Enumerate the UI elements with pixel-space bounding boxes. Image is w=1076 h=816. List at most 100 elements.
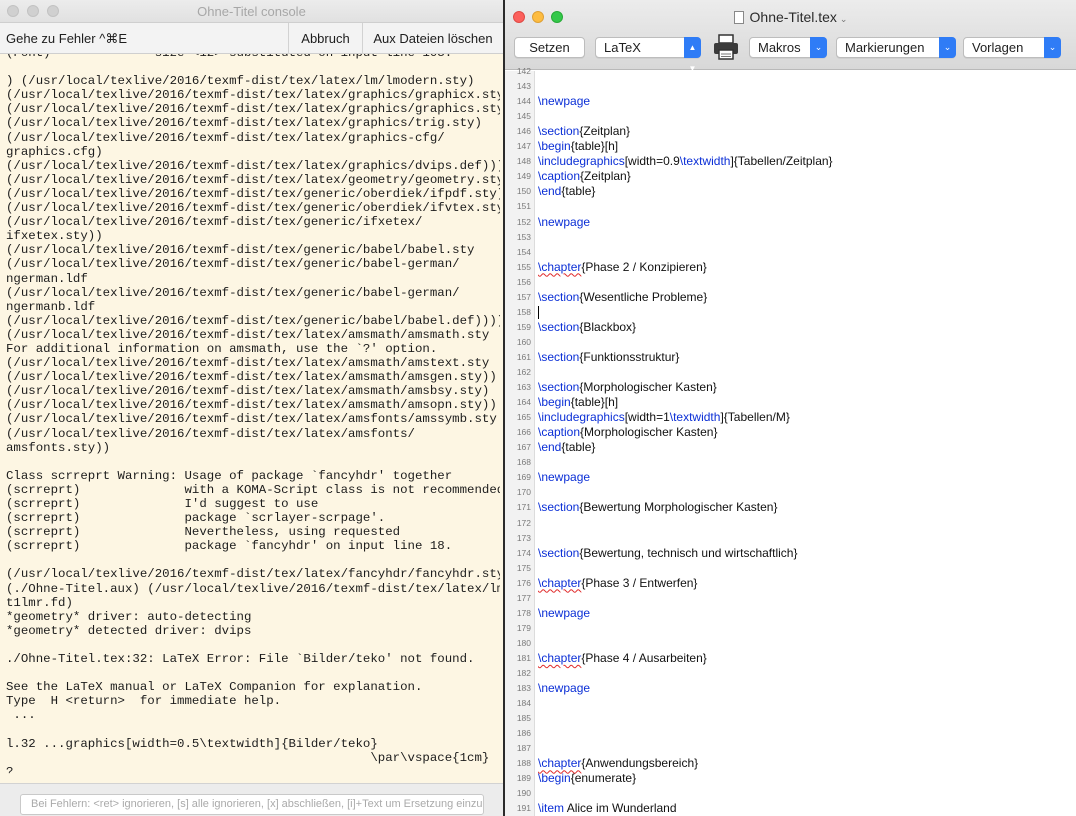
line-number: 172 xyxy=(516,517,531,528)
code-line[interactable]: 170 xyxy=(505,485,1076,500)
code-line[interactable]: 160 xyxy=(505,335,1076,350)
log-line: (/usr/local/texlive/2016/texmf-dist/tex/… xyxy=(6,215,423,230)
code-line[interactable]: 147 \begin{table}[h] xyxy=(505,139,1076,154)
line-number: 150 xyxy=(516,186,531,197)
code-line[interactable]: 178 \newpage xyxy=(505,606,1076,621)
code-line[interactable]: 188 \chapter{Anwendungsbereich} xyxy=(505,756,1076,771)
code-line[interactable]: 171 \section{Bewertung Morphologischer Ka… xyxy=(505,500,1076,515)
code-line[interactable]: 180 xyxy=(505,636,1076,651)
latex-argument: {Phase 2 / Konzipieren} xyxy=(581,259,707,274)
log-line: l.32 ...graphics[width=0.5\textwidth]{Bi… xyxy=(6,736,378,751)
code-line[interactable]: 184 xyxy=(505,696,1076,711)
macros-select[interactable]: Makros ⌄ xyxy=(749,37,827,58)
code-line[interactable]: 177 xyxy=(505,591,1076,606)
code-line[interactable]: 164 \begin{table}[h] xyxy=(505,395,1076,410)
latex-argument: {Blackbox} xyxy=(579,319,637,334)
code-line[interactable]: 155 \chapter{Phase 2 / Konzipieren} xyxy=(505,260,1076,275)
code-line[interactable]: 179 xyxy=(505,621,1076,636)
goto-error-button[interactable]: Gehe zu Fehler ^⌘E xyxy=(0,23,133,54)
code-line[interactable]: 186 xyxy=(505,726,1076,741)
code-line[interactable]: 143 xyxy=(505,79,1076,94)
code-line[interactable]: 151 xyxy=(505,199,1076,214)
code-line[interactable]: 146 \section{Zeitplan} xyxy=(505,124,1076,139)
code-line[interactable]: 145 xyxy=(505,109,1076,124)
code-line[interactable]: 148 \includegraphics[width=0.9\textwidth]… xyxy=(505,154,1076,169)
line-number: 160 xyxy=(516,336,531,347)
code-line[interactable]: 167 \end{table} xyxy=(505,440,1076,455)
log-line: ifxetex.sty)) xyxy=(6,229,103,244)
chevron-down-icon[interactable]: ⌄ xyxy=(840,14,848,24)
code-line[interactable]: 142 xyxy=(505,64,1076,79)
code-line[interactable]: 157 \section{Wesentliche Probleme} xyxy=(505,290,1076,305)
log-line: ) (/usr/local/texlive/2016/texmf-dist/te… xyxy=(6,74,475,89)
code-line[interactable]: 172 xyxy=(505,516,1076,531)
line-number: 182 xyxy=(516,668,531,678)
latex-command: \section xyxy=(538,380,580,395)
log-line: ./Ohne-Titel.tex:32: LaTeX Error: File `… xyxy=(6,652,475,667)
console-input-bar: Bei Fehlern: <ret> ignorieren, [s] alle … xyxy=(0,783,503,816)
latex-command: \chapter xyxy=(538,756,582,771)
editor-title-area: Ohne-Titel.tex ⌄ xyxy=(505,9,1076,25)
code-line[interactable]: 163 \section{Morphologischer Kasten} xyxy=(505,380,1076,395)
code-line[interactable]: 189 \begin{enumerate} xyxy=(505,771,1076,786)
code-text: \caption{Zeitplan} xyxy=(538,169,631,184)
editor-titlebar: Ohne-Titel.tex ⌄ Setzen LaTeX ▲ ▼ Makros ⌄… xyxy=(505,0,1076,73)
code-line[interactable]: 158 xyxy=(505,305,1076,320)
line-number: 144 xyxy=(516,96,531,107)
code-line[interactable]: 185 xyxy=(505,711,1076,726)
code-line[interactable]: 182 xyxy=(505,666,1076,681)
code-line[interactable]: 152 \newpage xyxy=(505,215,1076,230)
code-line[interactable]: 175 xyxy=(505,561,1076,576)
code-line[interactable]: 190 xyxy=(505,786,1076,801)
line-number: 180 xyxy=(516,637,531,648)
latex-argument: ]{Tabellen/Zeitplan} xyxy=(730,154,833,169)
code-line[interactable]: 144 \newpage xyxy=(505,94,1076,109)
code-line[interactable]: 174 \section{Bewertung, technisch und wir… xyxy=(505,546,1076,561)
code-line[interactable]: 173 xyxy=(505,531,1076,546)
code-line[interactable]: 161 \section{Funktionsstruktur} xyxy=(505,350,1076,365)
code-text: \chapter{Phase 3 / Entwerfen} xyxy=(538,576,697,591)
console-log[interactable]: (Font) size <12> substituted on input li… xyxy=(6,54,500,774)
tags-select[interactable]: Markierungen ⌄ xyxy=(836,37,956,58)
delete-aux-button[interactable]: Aux Dateien löschen xyxy=(362,23,503,54)
abort-button[interactable]: Abbruch xyxy=(288,23,362,54)
engine-select[interactable]: LaTeX ▲ ▼ xyxy=(595,37,701,73)
code-line[interactable]: 187 xyxy=(505,741,1076,756)
log-line: (scrreprt) package `scrlayer-scrpage'. xyxy=(6,511,386,526)
code-line[interactable]: 169 \newpage xyxy=(505,470,1076,485)
code-line[interactable]: 191 \item Alice im Wunderland xyxy=(505,801,1076,816)
code-line[interactable]: 168 xyxy=(505,455,1076,470)
code-line[interactable]: 154 xyxy=(505,245,1076,260)
log-line: (/usr/local/texlive/2016/texmf-dist/tex/… xyxy=(6,370,497,385)
latex-argument: {table}[h] xyxy=(570,139,619,154)
code-line[interactable]: 176 \chapter{Phase 3 / Entwerfen} xyxy=(505,576,1076,591)
log-line: (/usr/local/texlive/2016/texmf-dist/tex/… xyxy=(6,384,490,399)
line-number: 149 xyxy=(516,171,531,182)
log-line: graphics.cfg) xyxy=(6,144,103,159)
code-line[interactable]: 149 \caption{Zeitplan} xyxy=(505,169,1076,184)
printer-icon[interactable] xyxy=(711,33,741,61)
latex-command: \newpage xyxy=(538,681,591,696)
line-number: 151 xyxy=(516,201,531,212)
code-line[interactable]: 156 xyxy=(505,275,1076,290)
code-line[interactable]: 159 \section{Blackbox} xyxy=(505,320,1076,335)
code-line[interactable]: 183 \newpage xyxy=(505,681,1076,696)
code-line[interactable]: 165 \includegraphics[width=1\textwidth]{T… xyxy=(505,410,1076,425)
line-number: 173 xyxy=(516,532,531,543)
latex-command: \section xyxy=(538,289,580,304)
log-line: (/usr/local/texlive/2016/texmf-dist/tex/… xyxy=(6,398,497,413)
typeset-button[interactable]: Setzen xyxy=(514,37,585,58)
code-text: \section{Blackbox} xyxy=(538,320,636,335)
code-line[interactable]: 166 \caption{Morphologischer Kasten} xyxy=(505,425,1076,440)
code-line[interactable]: 153 xyxy=(505,230,1076,245)
code-line[interactable]: 150 \end{table} xyxy=(505,184,1076,199)
code-line[interactable]: 181 \chapter{Phase 4 / Ausarbeiten} xyxy=(505,651,1076,666)
templates-select[interactable]: Vorlagen ⌄ xyxy=(963,37,1061,58)
console-input[interactable]: Bei Fehlern: <ret> ignorieren, [s] alle … xyxy=(20,794,484,815)
code-line[interactable]: 162 xyxy=(505,365,1076,380)
latex-command: \textwidth xyxy=(679,154,731,169)
latex-command: \chapter xyxy=(538,650,582,665)
latex-command: \begin xyxy=(538,771,571,786)
